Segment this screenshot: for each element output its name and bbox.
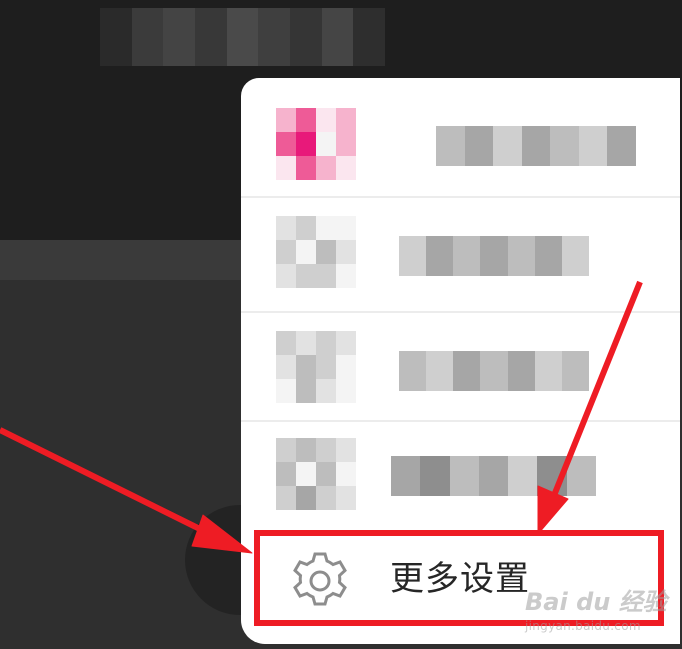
divider — [241, 196, 680, 198]
menu-item-4-label — [391, 456, 596, 496]
menu-item-3[interactable] — [241, 315, 680, 427]
baidu-watermark: Bai du 经验 jingyan.baidu.com — [525, 582, 675, 644]
menu-item-2[interactable] — [241, 200, 680, 312]
divider — [241, 420, 680, 422]
menu-item-3-label — [399, 351, 589, 391]
blurred-pink-app-icon — [276, 108, 356, 180]
watermark-url: jingyan.baidu.com — [525, 619, 641, 633]
menu-item-2-label — [399, 236, 589, 276]
more-settings-label: 更多设置 — [390, 559, 530, 599]
menu-item-1[interactable] — [241, 88, 680, 200]
blurred-document-icon — [276, 216, 356, 288]
blurred-monitor-icon — [276, 331, 356, 403]
divider — [241, 311, 680, 313]
watermark-logo: Bai du 经验 — [525, 588, 667, 616]
menu-item-1-label — [436, 126, 636, 166]
blurred-window-title — [100, 8, 386, 66]
menu-item-4[interactable] — [241, 424, 680, 536]
blurred-image-icon — [276, 438, 356, 510]
gear-icon — [284, 550, 356, 612]
